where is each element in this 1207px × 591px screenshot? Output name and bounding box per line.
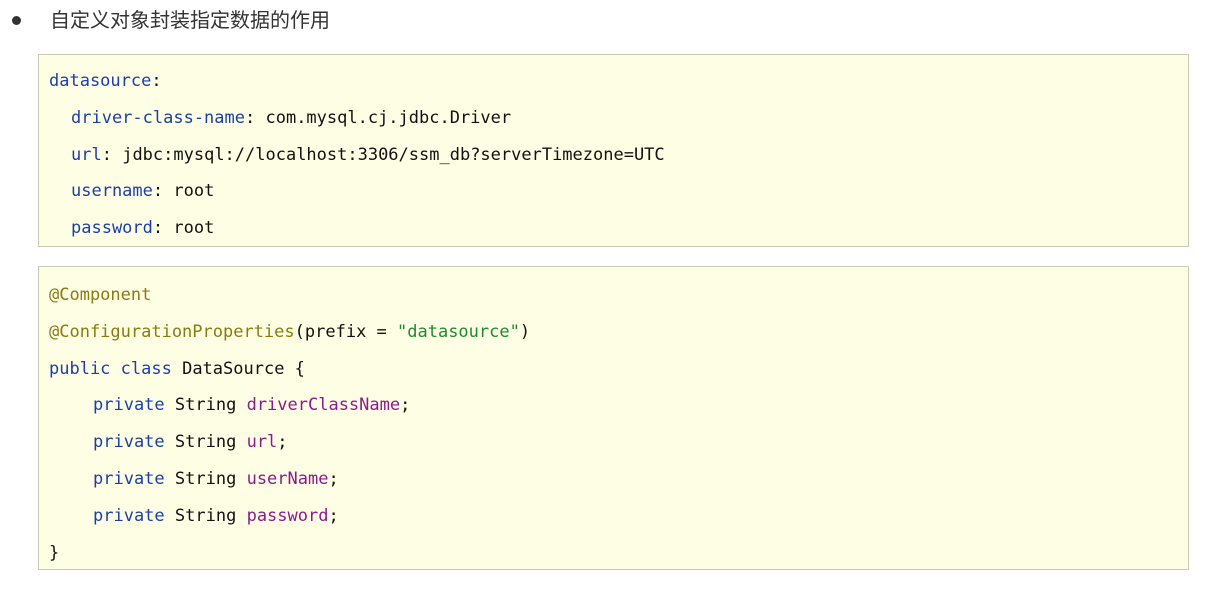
field-type: String bbox=[174, 468, 237, 489]
yaml-entry-line: password: root bbox=[71, 218, 215, 239]
java-class-line: public class DataSource { bbox=[49, 351, 1188, 388]
yaml-value: root bbox=[173, 181, 215, 202]
java-annotation-line: @Component bbox=[49, 277, 1188, 314]
field-name: password bbox=[246, 505, 329, 526]
field-modifier: private bbox=[93, 395, 165, 416]
yaml-key: password bbox=[71, 218, 153, 239]
java-code-block: @Component @ConfigurationProperties(pref… bbox=[38, 266, 1189, 570]
yaml-value: com.mysql.cj.jdbc.Driver bbox=[265, 107, 512, 128]
field-name: userName bbox=[246, 468, 329, 489]
config-properties-annotation: @ConfigurationProperties bbox=[49, 321, 295, 342]
field-name: url bbox=[246, 432, 278, 453]
yaml-value: root bbox=[173, 218, 215, 239]
yaml-root-line: datasource: bbox=[49, 71, 162, 91]
yaml-entry-line: url: jdbc:mysql://localhost:3306/ssm_db?… bbox=[71, 144, 665, 165]
annotation-param: prefix = bbox=[304, 321, 398, 342]
field-modifier: private bbox=[93, 432, 165, 453]
java-field-line: private String driverClassName; bbox=[93, 395, 411, 416]
field-modifier: private bbox=[93, 505, 165, 526]
yaml-key: username bbox=[71, 181, 153, 202]
java-field-line: private String userName; bbox=[93, 468, 339, 489]
java-field-line: private String url; bbox=[93, 432, 288, 453]
yaml-key: url bbox=[71, 144, 102, 165]
java-closing-line: } bbox=[49, 535, 1188, 572]
class-keywords: public class bbox=[49, 358, 172, 379]
heading-text: 自定义对象封装指定数据的作用 bbox=[50, 8, 330, 32]
field-type: String bbox=[174, 395, 237, 416]
yaml-code-block: datasource: driver-class-name: com.mysql… bbox=[38, 54, 1189, 247]
annotation-string: "datasource" bbox=[397, 321, 520, 342]
closing-brace: } bbox=[49, 542, 60, 563]
yaml-value: jdbc:mysql://localhost:3306/ssm_db?serve… bbox=[122, 144, 665, 165]
class-name: DataSource { bbox=[182, 358, 305, 379]
component-annotation: @Component bbox=[49, 285, 152, 305]
yaml-entry-line: username: root bbox=[71, 181, 215, 202]
java-field-line: private String password; bbox=[93, 505, 339, 526]
yaml-key: driver-class-name bbox=[71, 107, 245, 128]
field-modifier: private bbox=[93, 468, 165, 489]
field-name: driverClassName bbox=[246, 395, 401, 416]
field-type: String bbox=[174, 432, 237, 453]
section-heading: 自定义对象封装指定数据的作用 bbox=[0, 0, 1207, 40]
field-type: String bbox=[174, 505, 237, 526]
yaml-entry-line: driver-class-name: com.mysql.cj.jdbc.Dri… bbox=[71, 107, 512, 128]
yaml-root-key: datasource bbox=[49, 71, 152, 91]
java-annotation-line: @ConfigurationProperties(prefix = "datas… bbox=[49, 321, 531, 342]
bullet-icon bbox=[12, 16, 21, 25]
